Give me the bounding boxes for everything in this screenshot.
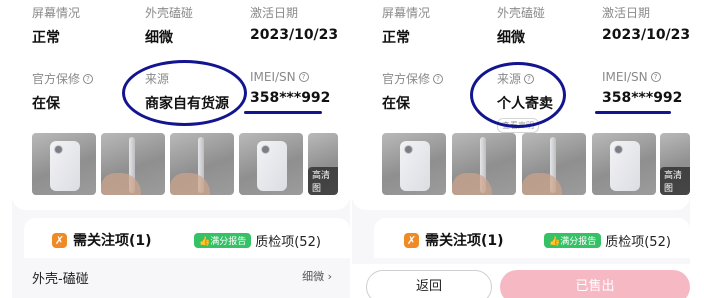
sold-button[interactable]: 已售出: [500, 270, 690, 298]
thumb-up-icon: 👍: [549, 237, 561, 247]
activation-value: 2023/10/23: [250, 27, 339, 43]
warranty[interactable]: 官方保修? 在保: [32, 70, 94, 113]
tab-inspection-label: 质检项(52): [605, 235, 671, 250]
tab-attention-label: 需关注项(1): [73, 233, 152, 249]
tab-attention-items[interactable]: ✗ 需关注项(1): [52, 230, 152, 250]
photo-thumbnail[interactable]: [452, 133, 516, 195]
comparison-screenshot: 屏幕情况 正常 外壳磕碰 细微 激活日期 2023/10/23 官方保修? 在保…: [0, 0, 704, 298]
tab-attention-items[interactable]: ✗ 需关注项(1): [404, 230, 504, 250]
warning-badge-icon: ✗: [52, 232, 67, 248]
tab-inspection-items[interactable]: 👍满分报告 质检项(52): [194, 231, 321, 250]
inspection-tabs: ✗ 需关注项(1) 👍满分报告 质检项(52): [24, 218, 350, 258]
photo-thumbnail[interactable]: 高清图: [660, 133, 690, 195]
activation-label: 激活日期: [250, 6, 299, 20]
back-button[interactable]: 返回: [366, 270, 492, 298]
warranty-value: 在保: [32, 96, 60, 112]
inspection-tabs: ✗ 需关注项(1) 👍满分报告 质检项(52): [374, 218, 690, 258]
hd-image-badge[interactable]: 高清图: [660, 167, 690, 195]
imei[interactable]: IMEI/SN? 358***992: [602, 70, 682, 106]
screen-condition: 屏幕情况 正常: [382, 4, 430, 47]
photo-thumbnail[interactable]: [239, 133, 303, 195]
imei-value: 358***992: [250, 90, 331, 106]
photo-thumbnail[interactable]: [32, 133, 96, 195]
activation-value: 2023/10/23: [602, 27, 690, 43]
left-panel: 屏幕情况 正常 外壳磕碰 细微 激活日期 2023/10/23 官方保修? 在保…: [12, 0, 350, 298]
hd-image-badge[interactable]: 高清图: [308, 167, 338, 195]
annotation-underline: [244, 111, 322, 114]
screen-value: 正常: [32, 30, 60, 46]
annotation-circle: [470, 62, 566, 128]
photo-thumbnail[interactable]: [592, 133, 656, 195]
imei-label: IMEI/SN: [250, 70, 296, 84]
warning-badge-icon: ✗: [404, 232, 419, 248]
screen-label: 屏幕情况: [382, 6, 431, 20]
full-score-label: 满分报告: [560, 237, 597, 247]
annotation-circle: [122, 60, 247, 126]
warranty-label: 官方保修: [382, 72, 431, 86]
question-circle-icon[interactable]: ?: [433, 73, 444, 84]
shell-value: 细微: [497, 30, 525, 46]
full-score-badge: 👍满分报告: [544, 233, 602, 248]
photo-thumbnail[interactable]: [101, 133, 165, 195]
row-label: 外壳-磕碰: [32, 272, 89, 287]
imei[interactable]: IMEI/SN? 358***992: [250, 70, 330, 106]
photo-thumbnail[interactable]: 高清图: [308, 133, 338, 195]
full-score-badge: 👍满分报告: [194, 233, 252, 248]
warranty[interactable]: 官方保修? 在保: [382, 70, 444, 113]
shell-value: 细微: [145, 30, 173, 46]
imei-value: 358***992: [602, 90, 683, 106]
device-info-card: 屏幕情况 正常 外壳磕碰 细微 激活日期 2023/10/23 官方保修? 在保…: [352, 0, 690, 210]
shell-condition: 外壳磕碰 细微: [145, 4, 193, 47]
bottom-action-bar: 返回 已售出: [352, 264, 690, 298]
question-circle-icon[interactable]: ?: [650, 72, 661, 82]
photo-thumbnail[interactable]: [170, 133, 234, 195]
shell-condition: 外壳磕碰 细微: [497, 4, 545, 47]
activation-label: 激活日期: [602, 6, 651, 20]
warranty-label: 官方保修: [32, 72, 81, 86]
device-info-card: 屏幕情况 正常 外壳磕碰 细微 激活日期 2023/10/23 官方保修? 在保…: [12, 0, 350, 210]
row-value: 细微 ›: [302, 270, 332, 283]
thumb-up-icon: 👍: [199, 237, 211, 247]
imei-label: IMEI/SN: [602, 70, 648, 84]
list-item[interactable]: 外壳-磕碰 细微 ›: [32, 268, 332, 287]
shell-label: 外壳磕碰: [145, 6, 194, 20]
screen-condition: 屏幕情况 正常: [32, 4, 80, 47]
warranty-value: 在保: [382, 96, 410, 112]
photo-thumbnail[interactable]: [382, 133, 446, 195]
activation-date: 激活日期 2023/10/23: [602, 4, 690, 43]
question-circle-icon[interactable]: ?: [83, 73, 94, 84]
annotation-underline: [595, 111, 671, 114]
screen-label: 屏幕情况: [32, 6, 81, 20]
screen-value: 正常: [382, 30, 410, 46]
tab-inspection-label: 质检项(52): [255, 235, 321, 250]
activation-date: 激活日期 2023/10/23: [250, 4, 338, 43]
right-panel: 屏幕情况 正常 外壳磕碰 细微 激活日期 2023/10/23 官方保修? 在保…: [352, 0, 690, 298]
shell-label: 外壳磕碰: [497, 6, 546, 20]
photo-thumbnail[interactable]: [522, 133, 586, 195]
tab-attention-label: 需关注项(1): [425, 233, 504, 249]
tab-inspection-items[interactable]: 👍满分报告 质检项(52): [544, 231, 671, 250]
full-score-label: 满分报告: [210, 237, 247, 247]
question-circle-icon[interactable]: ?: [298, 72, 309, 82]
